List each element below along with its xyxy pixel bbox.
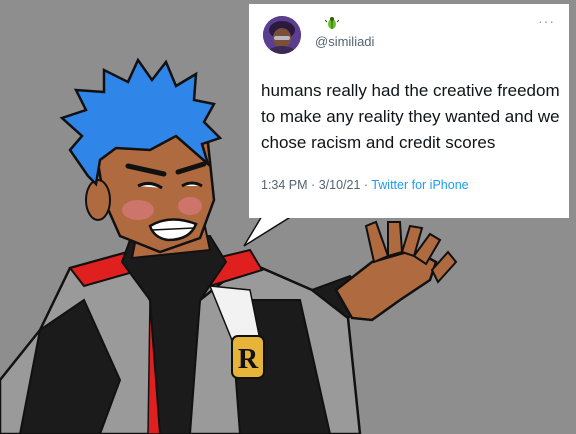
ear (85, 179, 111, 221)
finger-1 (364, 220, 390, 264)
thumb (430, 250, 458, 284)
blush-left (122, 200, 154, 220)
tweet-header: @similiadi ··· (261, 14, 557, 60)
badge-letter: R (238, 344, 259, 375)
finger-2 (387, 221, 404, 258)
tweet-date[interactable]: 3/10/21 (319, 178, 361, 192)
eye-right (181, 181, 203, 188)
tweet-source[interactable]: Twitter for iPhone (371, 178, 468, 192)
meme-image: R @similiadi ··· humans really had the c… (0, 0, 576, 434)
avatar (263, 16, 301, 54)
tweet-meta: 1:34 PM · 3/10/21 · Twitter for iPhone (261, 178, 557, 192)
raised-hand (309, 220, 458, 322)
tweet-text: humans really had the creative freedom t… (261, 81, 560, 152)
blush-right (178, 197, 202, 215)
tweet-card: @similiadi ··· humans really had the cre… (249, 4, 569, 218)
tweet-handle[interactable]: @similiadi (315, 34, 374, 49)
tweet-time[interactable]: 1:34 PM (261, 178, 308, 192)
beetle-emoji-icon (325, 17, 339, 29)
more-options-icon[interactable]: ··· (538, 14, 555, 28)
speech-bubble-tail (243, 215, 295, 247)
r-badge: R (231, 335, 265, 379)
meta-separator: · (311, 178, 316, 192)
meta-separator-2: · (363, 178, 369, 192)
